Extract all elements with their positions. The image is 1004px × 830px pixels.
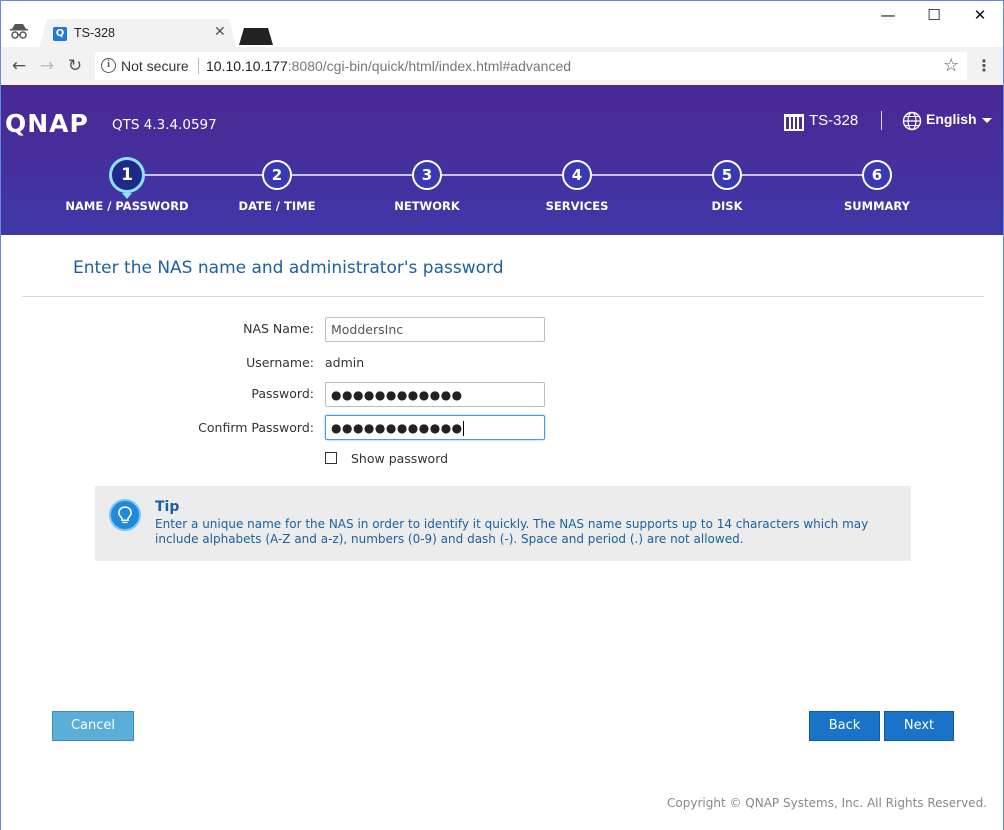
page-title: Enter the NAS name and administrator's p… — [73, 258, 504, 278]
browser-tab[interactable]: Q TS-328 ✕ — [39, 19, 237, 49]
step-label: DATE / TIME — [238, 199, 316, 213]
language-caret-icon[interactable] — [982, 118, 992, 123]
address-separator — [198, 58, 199, 74]
nas-device-icon — [784, 114, 804, 131]
bookmark-star-icon[interactable]: ☆ — [943, 55, 959, 76]
show-password-checkbox[interactable] — [325, 452, 337, 464]
tip-box: Tip Enter a unique name for the NAS in o… — [95, 486, 911, 561]
password-label: Password: — [251, 386, 314, 401]
step-name-password: 1 NAME / PASSWORD — [47, 157, 207, 213]
step-number: 3 — [412, 160, 442, 190]
reload-icon[interactable]: ↻ — [65, 56, 85, 76]
username-value: admin — [325, 355, 365, 370]
tip-title: Tip — [155, 499, 180, 515]
step-number: 4 — [562, 160, 592, 190]
active-step-pointer — [122, 193, 132, 199]
step-services: 4 SERVICES — [497, 160, 657, 213]
window-maximize-button[interactable]: ☐ — [911, 6, 957, 28]
nas-name-input[interactable]: ModdersInc — [325, 317, 545, 342]
tip-text: Enter a unique name for the NAS in order… — [155, 517, 869, 546]
step-date-time: 2 DATE / TIME — [197, 160, 357, 213]
password-mask: ●●●●●●●●●●●● — [331, 388, 463, 402]
device-name: TS-328 — [809, 112, 859, 129]
step-summary: 6 SUMMARY — [797, 160, 957, 213]
step-number: 5 — [712, 160, 742, 190]
window-close-button[interactable]: ✕ — [957, 6, 1003, 28]
step-network: 3 NETWORK — [347, 160, 507, 213]
step-label: DISK — [711, 199, 743, 213]
url-text[interactable]: 10.10.10.177:8080/cgi-bin/quick/html/ind… — [206, 58, 571, 74]
browser-menu-icon[interactable]: ⋮ — [976, 56, 992, 75]
copyright-text: Copyright © QNAP Systems, Inc. All Right… — [667, 796, 987, 810]
password-input[interactable]: ●●●●●●●●●●●● — [325, 382, 545, 407]
step-label: SUMMARY — [844, 199, 910, 213]
title-divider — [22, 296, 984, 297]
confirm-password-mask: ●●●●●●●●●●●● — [331, 421, 463, 435]
tab-title: TS-328 — [74, 26, 115, 40]
back-button[interactable]: Back — [809, 711, 880, 741]
step-label: SERVICES — [545, 199, 609, 213]
incognito-icon — [10, 24, 28, 39]
url-host: 10.10.10.177 — [206, 58, 288, 74]
window-minimize-button[interactable]: — — [865, 6, 911, 28]
confirm-password-label: Confirm Password: — [198, 420, 314, 435]
url-path: :8080/cgi-bin/quick/html/index.html#adva… — [287, 58, 572, 74]
header-separator — [881, 111, 882, 130]
step-label: NETWORK — [394, 199, 460, 213]
step-number: 2 — [262, 160, 292, 190]
tab-close-icon[interactable]: ✕ — [214, 24, 226, 40]
step-number: 1 — [109, 157, 145, 193]
nas-name-label: NAS Name: — [243, 321, 314, 336]
qts-version: QTS 4.3.4.0597 — [112, 117, 217, 133]
next-button[interactable]: Next — [884, 711, 954, 741]
lightbulb-icon — [109, 499, 141, 531]
globe-icon[interactable] — [902, 111, 922, 131]
forward-arrow-icon[interactable]: → — [37, 56, 57, 76]
step-disk: 5 DISK — [647, 160, 807, 213]
step-number: 6 — [862, 160, 892, 190]
setup-card: Enter the NAS name and administrator's p… — [22, 235, 984, 759]
cancel-button[interactable]: Cancel — [52, 711, 134, 741]
back-arrow-icon[interactable]: ← — [9, 56, 29, 76]
step-label: NAME / PASSWORD — [65, 199, 189, 213]
address-bar[interactable]: i Not secure 10.10.10.177:8080/cgi-bin/q… — [95, 52, 967, 80]
browser-toolbar: ← → ↻ i Not secure 10.10.10.177:8080/cgi… — [0, 47, 1004, 85]
text-cursor — [462, 421, 464, 436]
show-password-label[interactable]: Show password — [351, 451, 448, 466]
confirm-password-input[interactable]: ●●●●●●●●●●●● — [325, 415, 545, 440]
new-tab-button[interactable] — [239, 28, 273, 45]
qnap-setup-page: QNAP QTS 4.3.4.0597 TS-328 English 1 NAM… — [0, 85, 1004, 830]
language-selector[interactable]: English — [926, 111, 977, 127]
qnap-favicon-icon: Q — [53, 27, 67, 41]
security-label[interactable]: Not secure — [121, 58, 189, 74]
info-icon[interactable]: i — [101, 58, 116, 73]
username-label: Username: — [246, 355, 314, 370]
browser-titlebar: Q TS-328 ✕ — ☐ ✕ — [0, 0, 1004, 49]
qnap-logo: QNAP — [5, 109, 89, 138]
